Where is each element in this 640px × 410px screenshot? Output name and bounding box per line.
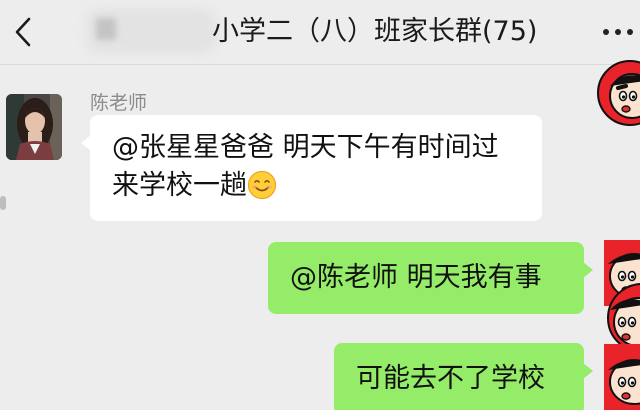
teacher-avatar[interactable] <box>6 94 62 160</box>
message-text: @陈老师 明天我有事 <box>290 262 542 293</box>
message-line-2-text: 来学校一趟 <box>112 170 247 201</box>
outgoing-message-bubble[interactable]: 可能去不了学校 <box>334 343 593 410</box>
chat-header: 小学二（八）班家长群(75) <box>0 0 640 64</box>
user-avatar[interactable] <box>596 60 640 126</box>
header-divider <box>0 64 640 65</box>
smile-emoji-icon <box>247 170 277 200</box>
outgoing-message-bubble[interactable]: @陈老师 明天我有事 <box>268 242 593 314</box>
cartoon-face-icon <box>604 344 640 410</box>
more-dots-icon <box>603 29 633 35</box>
message-text: 可能去不了学校 <box>356 363 545 394</box>
blurred-title-char <box>96 18 116 40</box>
message-line-1: @张星星爸爸 明天下午有时间过 <box>112 132 499 163</box>
more-button[interactable] <box>598 16 638 48</box>
back-button[interactable] <box>8 14 38 50</box>
portrait-image <box>6 94 62 160</box>
message-line-2: 来学校一趟 <box>112 167 520 205</box>
user-avatar[interactable] <box>604 344 640 410</box>
scroll-indicator <box>0 196 6 210</box>
chevron-left-icon <box>15 17 31 47</box>
incoming-message-bubble[interactable]: @张星星爸爸 明天下午有时间过 来学校一趟 <box>81 115 542 221</box>
cartoon-face-icon <box>597 60 640 126</box>
page-title: 小学二（八）班家长群(75) <box>212 16 538 47</box>
sender-name: 陈老师 <box>90 92 148 114</box>
